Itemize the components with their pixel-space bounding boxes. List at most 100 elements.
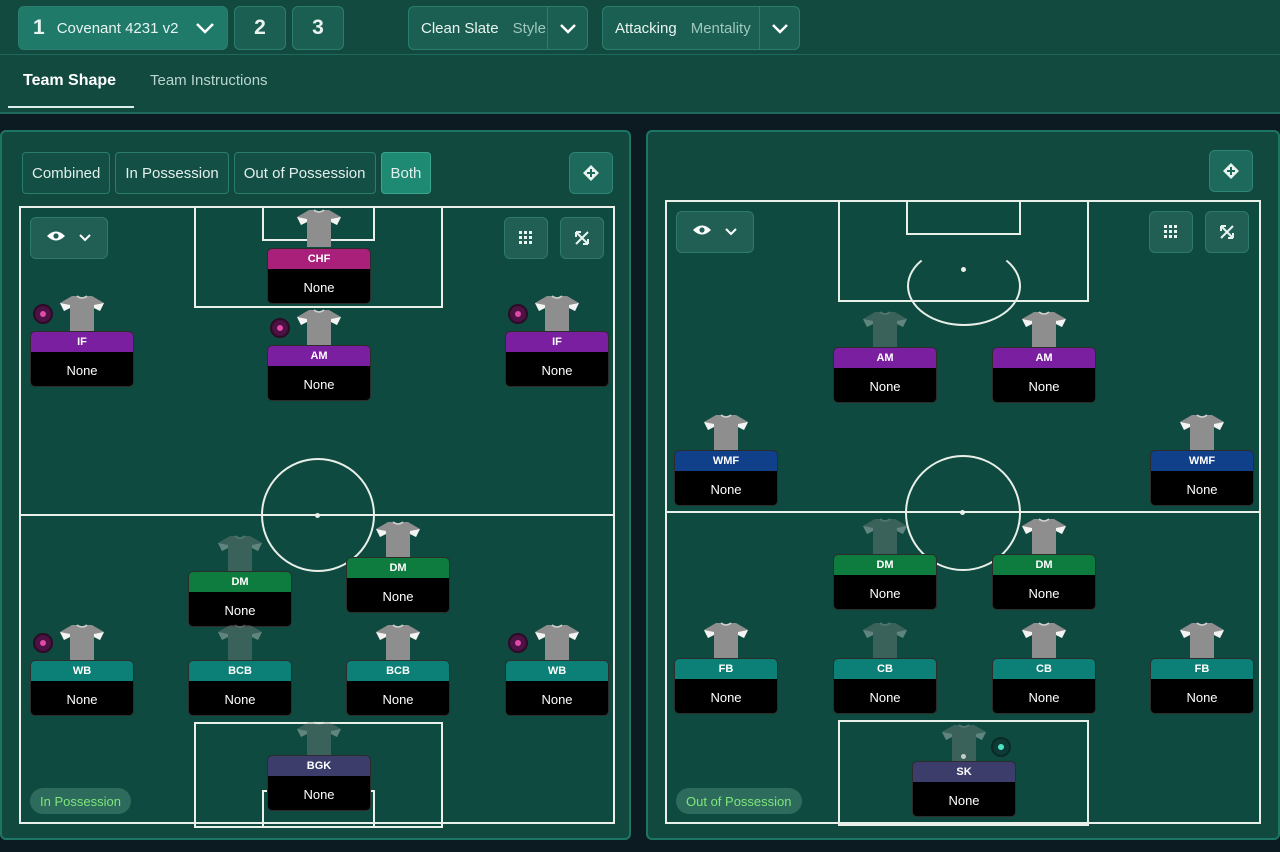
phase-label: Out of Possession <box>676 788 802 814</box>
shirt-icon <box>1179 413 1225 453</box>
role-label: AM <box>268 346 370 366</box>
visibility-toggle[interactable] <box>30 217 108 259</box>
mentality-selector[interactable]: Attacking Mentality <box>602 6 800 50</box>
shirt-icon <box>534 623 580 663</box>
shirt-icon <box>217 623 263 663</box>
shirt-icon <box>1021 621 1067 661</box>
player-card: WB None <box>505 660 609 716</box>
role-label: DM <box>189 572 291 592</box>
player-name: None <box>1028 379 1060 394</box>
player-name: None <box>1028 690 1060 705</box>
penalty-arc-top <box>907 246 1021 326</box>
role-label: WB <box>31 661 133 681</box>
expand-icon[interactable] <box>560 217 604 259</box>
active-tab-indicator <box>8 106 134 108</box>
divider <box>0 54 1280 55</box>
player-card: CHF None <box>267 248 371 304</box>
shirt-icon <box>296 208 342 248</box>
player-name: None <box>869 586 901 601</box>
tactic-slot-2[interactable]: 2 <box>234 6 286 50</box>
mentality-label: Mentality <box>690 19 751 37</box>
player-card: CB None <box>992 658 1096 714</box>
phase-label: In Possession <box>30 788 131 814</box>
style-selector[interactable]: Clean Slate Style <box>408 6 588 50</box>
grid-icon[interactable] <box>504 217 548 259</box>
player-name: None <box>869 379 901 394</box>
pitch: CHF None IF None AM None IF None DM None… <box>19 206 615 828</box>
player-name: None <box>1186 482 1218 497</box>
player-card: AM None <box>992 347 1096 403</box>
player-card: DM None <box>992 554 1096 610</box>
tab-team-instructions[interactable]: Team Instructions <box>150 72 268 89</box>
shirt-icon <box>1179 621 1225 661</box>
chevron-down-icon <box>183 22 227 34</box>
chevron-down-icon[interactable] <box>547 7 587 49</box>
shirt-icon <box>59 623 105 663</box>
player-card: DM None <box>188 571 292 627</box>
role-label: IF <box>506 332 608 352</box>
expand-icon[interactable] <box>1205 211 1249 253</box>
view-mode-in-possession[interactable]: In Possession <box>115 152 229 194</box>
centre-spot <box>960 510 965 515</box>
role-label: DM <box>834 555 936 575</box>
role-label: SK <box>913 762 1015 782</box>
player-name: None <box>869 690 901 705</box>
penalty-spot-top <box>961 267 966 272</box>
shirt-icon <box>1021 517 1067 557</box>
player-name: None <box>224 692 256 707</box>
player-card: BCB None <box>346 660 450 716</box>
eye-icon <box>692 223 712 241</box>
role-label: BCB <box>347 661 449 681</box>
tab-team-shape[interactable]: Team Shape <box>23 72 116 90</box>
chevron-down-icon <box>78 229 92 247</box>
view-mode-out-of-possession[interactable]: Out of Possession <box>233 152 376 194</box>
shirt-icon <box>1021 310 1067 350</box>
shirt-icon <box>296 308 342 348</box>
visibility-toggle[interactable] <box>676 211 754 253</box>
role-label: DM <box>993 555 1095 575</box>
tactic-number: 1 <box>33 16 45 39</box>
player-name: None <box>224 603 256 618</box>
player-card: AM None <box>833 347 937 403</box>
view-mode-both[interactable]: Both <box>380 152 432 194</box>
centre-spot <box>315 513 320 518</box>
player-card: WB None <box>30 660 134 716</box>
status-dot-icon <box>508 633 528 653</box>
player-name: None <box>710 482 742 497</box>
grid-icon[interactable] <box>1149 211 1193 253</box>
swap-icon[interactable] <box>569 152 613 194</box>
role-label: WMF <box>675 451 777 471</box>
role-label: CB <box>834 659 936 679</box>
swap-icon[interactable] <box>1209 150 1253 192</box>
tactic-selector[interactable]: 1 Covenant 4231 v2 <box>18 6 228 50</box>
shirt-icon <box>217 534 263 574</box>
role-label: CB <box>993 659 1095 679</box>
player-name: None <box>710 690 742 705</box>
view-mode-combined[interactable]: Combined <box>22 152 111 194</box>
role-label: AM <box>834 348 936 368</box>
player-card: IF None <box>30 331 134 387</box>
status-dot-icon <box>270 318 290 338</box>
status-dot-icon <box>508 304 528 324</box>
player-name: None <box>66 363 98 378</box>
player-card: WMF None <box>674 450 778 506</box>
chevron-down-icon <box>724 223 738 241</box>
chevron-down-icon[interactable] <box>759 7 799 49</box>
status-dot-icon <box>33 633 53 653</box>
player-name: None <box>66 692 98 707</box>
shirt-icon <box>59 294 105 334</box>
tactic-controls: 1 Covenant 4231 v2 2 3 Clean Slate Style… <box>18 6 800 50</box>
role-label: AM <box>993 348 1095 368</box>
eye-icon <box>46 229 66 247</box>
tactic-name: Covenant 4231 v2 <box>56 19 179 37</box>
role-label: FB <box>1151 659 1253 679</box>
shirt-icon <box>862 310 908 350</box>
out-of-possession-panel: AM None AM None WMF None WMF None DM Non… <box>646 130 1280 840</box>
shirt-icon <box>862 621 908 661</box>
player-card: WMF None <box>1150 450 1254 506</box>
player-name: None <box>1028 586 1060 601</box>
view-mode-selector: Combined In Possession Out of Possession… <box>22 152 432 194</box>
player-card: SK None <box>912 761 1016 817</box>
player-card: BGK None <box>267 755 371 811</box>
tactic-slot-3[interactable]: 3 <box>292 6 344 50</box>
